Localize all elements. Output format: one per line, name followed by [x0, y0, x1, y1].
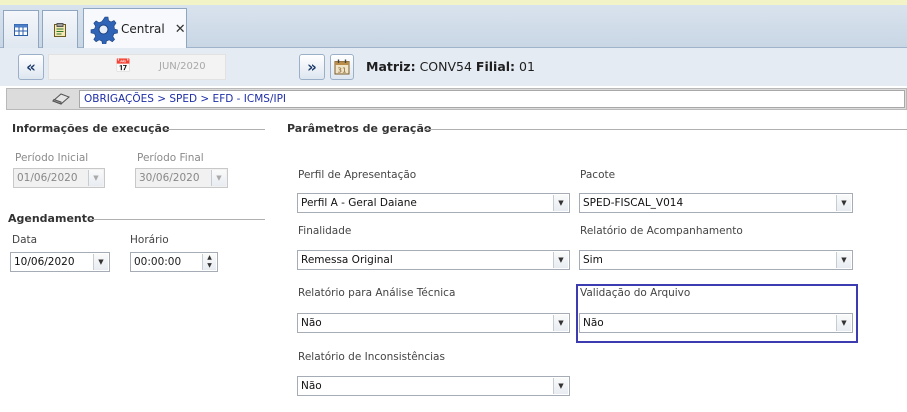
- relatorio-analise-label: Relatório para Análise Técnica: [298, 287, 456, 299]
- periodo-inicial-label: Período Inicial: [15, 152, 89, 164]
- data-label: Data: [12, 234, 38, 246]
- horario-spin-buttons[interactable]: ▲ ▼: [202, 254, 216, 270]
- filial-label: Filial:: [475, 59, 516, 74]
- next-period-button[interactable]: »: [299, 54, 325, 80]
- generation-params-title: Parâmetros de geração: [287, 122, 432, 135]
- period-selector[interactable]: 📅 JUN/2020: [48, 54, 226, 80]
- clipboard-icon: [54, 22, 66, 37]
- calendar-button[interactable]: 31: [330, 54, 354, 80]
- tab-central-label: Central: [121, 22, 165, 36]
- inconsistencias-label: Relatório de Inconsistências: [298, 351, 445, 363]
- periodo-inicial-value: 01/06/2020: [17, 172, 78, 184]
- context-toolbar: « 📅 JUN/2020 » 31 Matriz: CONV54 Filial:…: [0, 48, 907, 86]
- breadcrumb[interactable]: OBRIGAÇÕES > SPED > EFD - ICMS/IPI: [79, 90, 905, 108]
- periodo-final-value: 30/06/2020: [139, 172, 200, 184]
- period-value: JUN/2020: [159, 61, 206, 72]
- chevron-down-icon[interactable]: ▼: [553, 195, 568, 211]
- tab-bar: Central ✕: [0, 5, 907, 49]
- periodo-final-label: Período Final: [137, 152, 204, 164]
- chevron-down-icon[interactable]: ▼: [553, 252, 568, 268]
- execution-info-divider: [165, 129, 265, 130]
- scheduling-title: Agendamento: [8, 212, 95, 225]
- eraser-icon[interactable]: [51, 93, 71, 105]
- company-context: Matriz: CONV54 Filial: 01: [366, 59, 535, 74]
- matriz-value: CONV54: [419, 59, 472, 74]
- chevron-down-icon[interactable]: ▼: [836, 195, 851, 211]
- breadcrumb-bar: OBRIGAÇÕES > SPED > EFD - ICMS/IPI: [6, 88, 907, 110]
- horario-value: 00:00:00: [134, 256, 182, 268]
- spin-down-icon[interactable]: ▼: [203, 262, 216, 270]
- relatorio-acompanhamento-select[interactable]: Sim ▼: [579, 250, 853, 270]
- inconsistencias-select[interactable]: Não ▼: [297, 376, 570, 396]
- chevron-down-icon: ▼: [211, 170, 226, 186]
- scheduling-divider: [90, 219, 265, 220]
- close-tab-button[interactable]: ✕: [175, 22, 186, 37]
- periodo-inicial-select: 01/06/2020 ▼: [13, 168, 105, 188]
- relatorio-analise-value: Não: [301, 317, 322, 329]
- tab-central[interactable]: Central ✕: [83, 8, 187, 49]
- horario-time-spinner[interactable]: 00:00:00 ▲ ▼: [130, 252, 218, 272]
- horario-label: Horário: [130, 234, 169, 246]
- matriz-label: Matriz:: [366, 59, 416, 74]
- execution-info-title: Informações de execução: [12, 122, 170, 135]
- spin-up-icon[interactable]: ▲: [203, 254, 216, 262]
- gear-icon: [90, 16, 118, 44]
- chevron-down-icon[interactable]: ▼: [553, 315, 568, 331]
- chevron-down-icon[interactable]: ▼: [553, 378, 568, 394]
- periodo-final-select: 30/06/2020 ▼: [135, 168, 228, 188]
- calendar-icon: 31: [334, 59, 350, 75]
- perfil-value: Perfil A - Geral Daiane: [301, 197, 417, 209]
- data-date-picker[interactable]: 10/06/2020 ▼: [10, 252, 110, 272]
- generation-params-divider: [424, 129, 907, 130]
- finalidade-label: Finalidade: [298, 225, 352, 237]
- tab-clipboard[interactable]: [42, 10, 78, 48]
- finalidade-value: Remessa Original: [301, 254, 393, 266]
- validacao-highlight-box: [576, 284, 858, 343]
- previous-period-button[interactable]: «: [18, 54, 44, 80]
- inconsistencias-value: Não: [301, 380, 322, 392]
- relatorio-analise-select[interactable]: Não ▼: [297, 313, 570, 333]
- finalidade-select[interactable]: Remessa Original ▼: [297, 250, 570, 270]
- perfil-label: Perfil de Apresentação: [298, 169, 417, 181]
- perfil-select[interactable]: Perfil A - Geral Daiane ▼: [297, 193, 570, 213]
- chevron-down-icon[interactable]: ▼: [836, 252, 851, 268]
- grid-icon: [14, 23, 28, 36]
- filial-value: 01: [519, 59, 535, 74]
- relatorio-acompanhamento-label: Relatório de Acompanhamento: [580, 225, 743, 237]
- pacote-value: SPED-FISCAL_V014: [583, 197, 684, 209]
- data-value: 10/06/2020: [14, 256, 75, 268]
- relatorio-acompanhamento-value: Sim: [583, 254, 603, 266]
- pacote-select[interactable]: SPED-FISCAL_V014 ▼: [579, 193, 853, 213]
- period-calendar-watermark-icon: 📅: [115, 59, 132, 74]
- tab-grid[interactable]: [3, 10, 39, 48]
- svg-text:31: 31: [338, 67, 347, 75]
- chevron-down-icon[interactable]: ▼: [93, 254, 108, 270]
- pacote-label: Pacote: [580, 169, 616, 181]
- chevron-down-icon: ▼: [88, 170, 103, 186]
